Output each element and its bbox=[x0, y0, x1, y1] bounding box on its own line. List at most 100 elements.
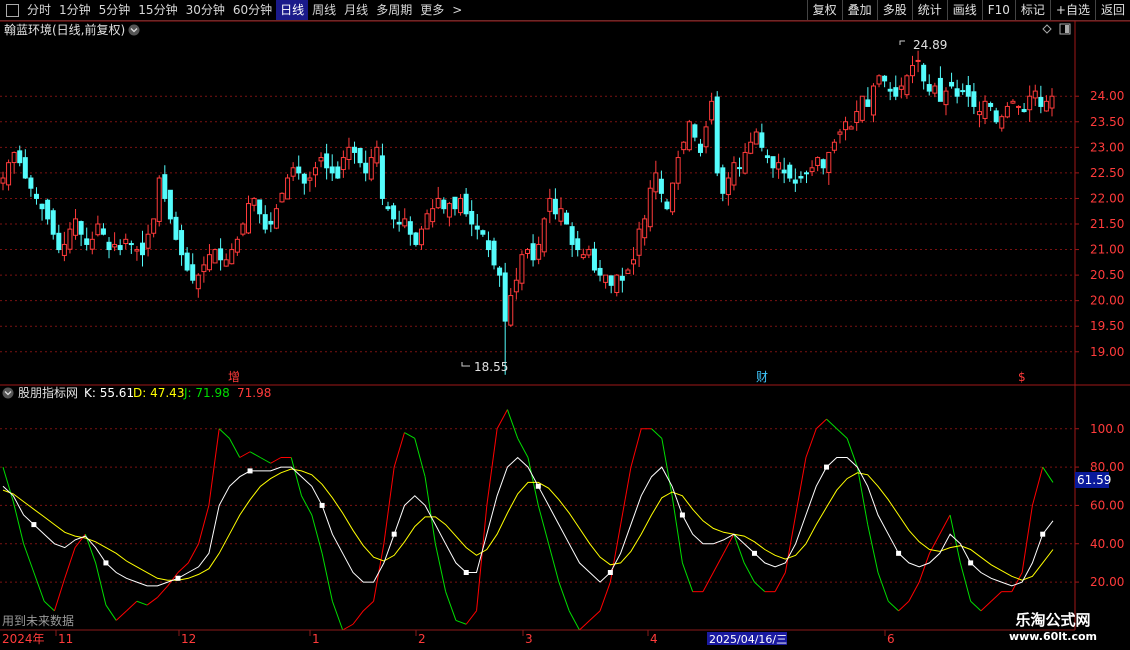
month-label: 3 bbox=[525, 632, 533, 646]
j-line-segment bbox=[506, 409, 519, 439]
event-marker-increase[interactable]: 增 bbox=[228, 370, 240, 384]
candle-body bbox=[39, 203, 45, 210]
candle-body bbox=[290, 167, 296, 177]
k-signal-dot bbox=[751, 550, 757, 556]
j-line-segment bbox=[990, 591, 1002, 602]
candle-body bbox=[307, 177, 313, 181]
j-line-segment bbox=[918, 553, 930, 583]
k-signal-dot bbox=[679, 512, 685, 518]
k-signal-dot bbox=[607, 570, 613, 575]
high-marker-line bbox=[899, 40, 905, 45]
candle-body bbox=[675, 157, 681, 184]
candle-body bbox=[296, 166, 302, 174]
j-line-segment bbox=[136, 600, 148, 606]
candle-body bbox=[865, 99, 871, 107]
candle-body bbox=[497, 267, 503, 276]
j-line-segment bbox=[537, 505, 550, 544]
candle-body bbox=[491, 240, 497, 266]
candle-body bbox=[22, 157, 28, 179]
candle-body bbox=[960, 90, 966, 93]
candle-body bbox=[697, 143, 703, 153]
watermark-url: www.60lt.com bbox=[1008, 630, 1098, 643]
price-tick-label: 21.50 bbox=[1090, 217, 1124, 231]
panel-toggle-fill bbox=[1065, 25, 1069, 33]
price-tick-label: 19.00 bbox=[1090, 345, 1124, 359]
j-line-segment bbox=[414, 438, 426, 477]
kdj-tick-label: 80.00 bbox=[1090, 460, 1124, 474]
candle-body bbox=[1021, 109, 1027, 113]
candle-body bbox=[971, 91, 977, 107]
candle-body bbox=[123, 238, 129, 245]
candle-body bbox=[1032, 90, 1038, 99]
j-line-segment bbox=[712, 553, 725, 573]
candle-body bbox=[329, 166, 335, 174]
candle-body bbox=[614, 274, 620, 293]
candle-body bbox=[619, 275, 625, 281]
j-line-segment bbox=[795, 457, 807, 516]
candle-body bbox=[184, 252, 190, 271]
high-price-label: 24.89 bbox=[913, 38, 947, 52]
candle-body bbox=[530, 243, 536, 261]
candle-body bbox=[926, 84, 932, 92]
candle-body bbox=[458, 197, 464, 214]
event-marker-finance[interactable]: 财 bbox=[756, 370, 768, 384]
k-signal-dot bbox=[896, 550, 902, 556]
k-signal-dot bbox=[391, 531, 397, 537]
j-line-segment bbox=[887, 600, 899, 612]
candle-body bbox=[396, 221, 402, 225]
candle-body bbox=[368, 157, 374, 180]
watermark: 乐淘公式网 www.60lt.com bbox=[998, 610, 1108, 644]
j-line-segment bbox=[229, 438, 241, 458]
candle-body bbox=[33, 193, 39, 199]
candle-body bbox=[943, 90, 949, 106]
candle-body bbox=[876, 75, 882, 85]
candle-body bbox=[937, 77, 943, 102]
candle-body bbox=[17, 150, 23, 164]
candle-body bbox=[569, 226, 575, 245]
kdj-series bbox=[2, 409, 1054, 631]
j-line-segment bbox=[105, 604, 117, 621]
j-line-segment bbox=[404, 432, 416, 439]
candle-body bbox=[385, 206, 391, 210]
j-line-segment bbox=[898, 600, 910, 612]
candle-body bbox=[418, 228, 424, 246]
indicator-dropdown-icon[interactable] bbox=[2, 387, 14, 399]
candle-body bbox=[1004, 105, 1010, 118]
candle-body bbox=[162, 174, 168, 199]
candle-body bbox=[1038, 96, 1044, 107]
kdj-tick-label: 40.00 bbox=[1090, 537, 1124, 551]
candle-body bbox=[78, 221, 84, 235]
candle-body bbox=[709, 100, 715, 121]
candle-body bbox=[519, 254, 525, 284]
stock-title: 翰蓝环境(日线,前复权) bbox=[4, 22, 125, 37]
candle-body bbox=[910, 65, 916, 77]
j-line-segment bbox=[877, 572, 889, 602]
candle-body bbox=[692, 124, 698, 138]
j-line-segment bbox=[836, 428, 848, 439]
price-tick-label: 24.00 bbox=[1090, 89, 1124, 103]
k-line bbox=[2, 456, 1054, 587]
j-line-segment bbox=[681, 562, 694, 592]
month-label: 1 bbox=[312, 632, 320, 646]
candle-body bbox=[848, 126, 854, 130]
candle-body bbox=[921, 64, 927, 82]
candle-body bbox=[95, 223, 101, 236]
candle-body bbox=[932, 85, 938, 94]
candle-body bbox=[954, 88, 960, 97]
diamond-icon[interactable] bbox=[1042, 24, 1052, 34]
j-line-segment bbox=[434, 543, 447, 592]
candle-body bbox=[28, 177, 34, 189]
j-line-segment bbox=[1042, 466, 1054, 483]
title-dropdown-icon[interactable] bbox=[128, 24, 140, 36]
candle-body bbox=[106, 241, 112, 251]
candle-body bbox=[151, 218, 157, 234]
candle-body bbox=[631, 259, 637, 265]
candle-body bbox=[826, 151, 832, 173]
candle-body bbox=[993, 110, 999, 123]
candle-body bbox=[318, 157, 324, 162]
event-marker-dividend[interactable]: $ bbox=[1018, 370, 1026, 384]
candle-body bbox=[781, 169, 787, 174]
candle-body bbox=[949, 81, 955, 87]
candle-body bbox=[915, 59, 921, 62]
candle-body bbox=[525, 249, 530, 254]
